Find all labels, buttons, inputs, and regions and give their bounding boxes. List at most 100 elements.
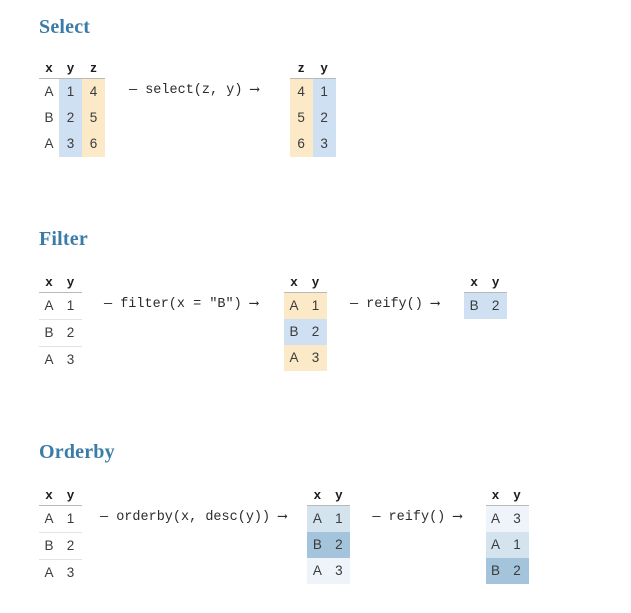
- cell-x: A: [44, 352, 54, 367]
- cell-y: 2: [303, 319, 327, 345]
- table-filter-input: x y A 1 B 2 A 3: [39, 274, 82, 373]
- table-orderby-input: x y A 1 B 2 A 3: [39, 487, 82, 586]
- table-row: B 2: [307, 532, 351, 558]
- cell-y: 3: [66, 352, 75, 367]
- table-filter-masked: x y A 1 B 2 A 3: [283, 274, 327, 371]
- cell-x: B: [39, 532, 59, 560]
- cell-z: 4: [82, 78, 105, 105]
- filter-operation-label: — filter(x = "B") ⟶: [104, 297, 258, 312]
- cell-y: 1: [59, 292, 82, 320]
- column-header-y: y: [327, 487, 351, 506]
- column-header-y: y: [59, 60, 82, 79]
- table-header-row: x y: [464, 274, 508, 293]
- cell-x: A: [283, 292, 304, 319]
- cell-x: A: [485, 532, 506, 558]
- cell-y: 3: [66, 565, 75, 580]
- cell-z: 4: [289, 78, 313, 105]
- column-header-y: y: [505, 487, 529, 506]
- table-row: A 1: [39, 505, 82, 533]
- cell-y: 2: [327, 532, 351, 558]
- column-header-z: z: [289, 60, 313, 79]
- section-orderby: Orderby x y A 1 B 2 A 3 — orderby(x, des…: [0, 441, 631, 586]
- cell-x: B: [464, 292, 485, 319]
- table-row: A 3: [283, 345, 327, 371]
- section-select: Select x y z A 1 4 B 2 5 A 3 6 — select(…: [0, 16, 631, 157]
- cell-y: 1: [59, 78, 82, 105]
- filter-flow: x y A 1 B 2 A 3 — filter(x = "B") ⟶ x y …: [39, 274, 631, 373]
- column-header-x: x: [464, 274, 485, 293]
- cell-y: 2: [312, 105, 336, 131]
- table-row: A 3: [39, 560, 82, 587]
- table-header-row: x y: [283, 274, 327, 293]
- table-row: B 2: [39, 532, 82, 560]
- table-row: A 1: [283, 292, 327, 319]
- table-row: A 1: [485, 532, 529, 558]
- cell-y: 1: [327, 505, 351, 532]
- cell-x: A: [44, 136, 54, 151]
- section-title-select: Select: [39, 16, 91, 38]
- table-row: 4 1: [289, 78, 336, 105]
- cell-y: 2: [59, 105, 82, 131]
- table-header-row: x y z: [39, 60, 105, 79]
- column-header-y: y: [59, 487, 82, 506]
- cell-x: A: [39, 505, 59, 533]
- select-operation-label: — select(z, y) ⟶: [129, 83, 259, 98]
- table-select-input: x y z A 1 4 B 2 5 A 3 6: [39, 60, 105, 157]
- column-header-y: y: [59, 274, 82, 293]
- section-filter: Filter x y A 1 B 2 A 3 — filter(x = "B")…: [0, 228, 631, 373]
- select-flow: x y z A 1 4 B 2 5 A 3 6 — select(z, y) ⟶…: [39, 60, 631, 157]
- table-row: B 2: [39, 319, 82, 347]
- column-header-z: z: [82, 60, 105, 79]
- table-row: B 2 5: [39, 105, 105, 131]
- table-header-row: x y: [485, 487, 529, 506]
- cell-x: A: [485, 505, 506, 532]
- cell-x: B: [44, 110, 54, 125]
- table-header-row: x y: [39, 274, 82, 293]
- table-row: A 1 4: [39, 78, 105, 105]
- diagram-page: Select x y z A 1 4 B 2 5 A 3 6 — select(…: [0, 0, 631, 613]
- section-title-filter: Filter: [39, 228, 88, 250]
- cell-y: 3: [59, 131, 82, 157]
- table-row: A 3: [485, 505, 529, 532]
- orderby-reify-label: — reify() ⟶: [372, 510, 462, 525]
- column-header-x: x: [307, 487, 328, 506]
- column-header-x: x: [39, 60, 59, 79]
- column-header-x: x: [39, 274, 59, 293]
- table-row: A 3: [307, 558, 351, 584]
- table-row: B 2: [283, 319, 327, 345]
- table-row: 5 2: [289, 105, 336, 131]
- cell-y: 2: [484, 292, 508, 319]
- column-header-y: y: [484, 274, 508, 293]
- table-select-output: z y 4 1 5 2 6 3: [289, 60, 336, 157]
- table-header-row: x y: [39, 487, 82, 506]
- cell-y: 1: [59, 505, 82, 533]
- cell-y: 2: [505, 558, 529, 584]
- table-row: A 3: [39, 347, 82, 374]
- cell-x: A: [44, 565, 54, 580]
- table-header-row: z y: [289, 60, 336, 79]
- orderby-operation-label: — orderby(x, desc(y)) ⟶: [100, 510, 287, 525]
- cell-y: 3: [327, 558, 351, 584]
- cell-x: A: [44, 84, 54, 99]
- cell-z: 5: [82, 105, 105, 131]
- column-header-y: y: [312, 60, 336, 79]
- table-orderby-ranked: x y A 1 B 2 A 3: [307, 487, 351, 584]
- column-header-x: x: [485, 487, 506, 506]
- column-header-y: y: [303, 274, 327, 293]
- cell-x: B: [485, 558, 506, 584]
- cell-y: 3: [505, 505, 529, 532]
- cell-x: B: [283, 319, 304, 345]
- table-row: A 3 6: [39, 131, 105, 157]
- table-header-row: x y: [307, 487, 351, 506]
- cell-z: 6: [82, 131, 105, 157]
- cell-z: 6: [289, 131, 313, 157]
- cell-x: A: [307, 505, 328, 532]
- table-filter-reified: x y B 2: [464, 274, 508, 319]
- column-header-x: x: [39, 487, 59, 506]
- cell-x: B: [39, 319, 59, 347]
- cell-y: 1: [303, 292, 327, 319]
- cell-x: B: [307, 532, 328, 558]
- table-row: A 1: [307, 505, 351, 532]
- cell-x: A: [307, 558, 328, 584]
- section-title-orderby: Orderby: [39, 441, 115, 463]
